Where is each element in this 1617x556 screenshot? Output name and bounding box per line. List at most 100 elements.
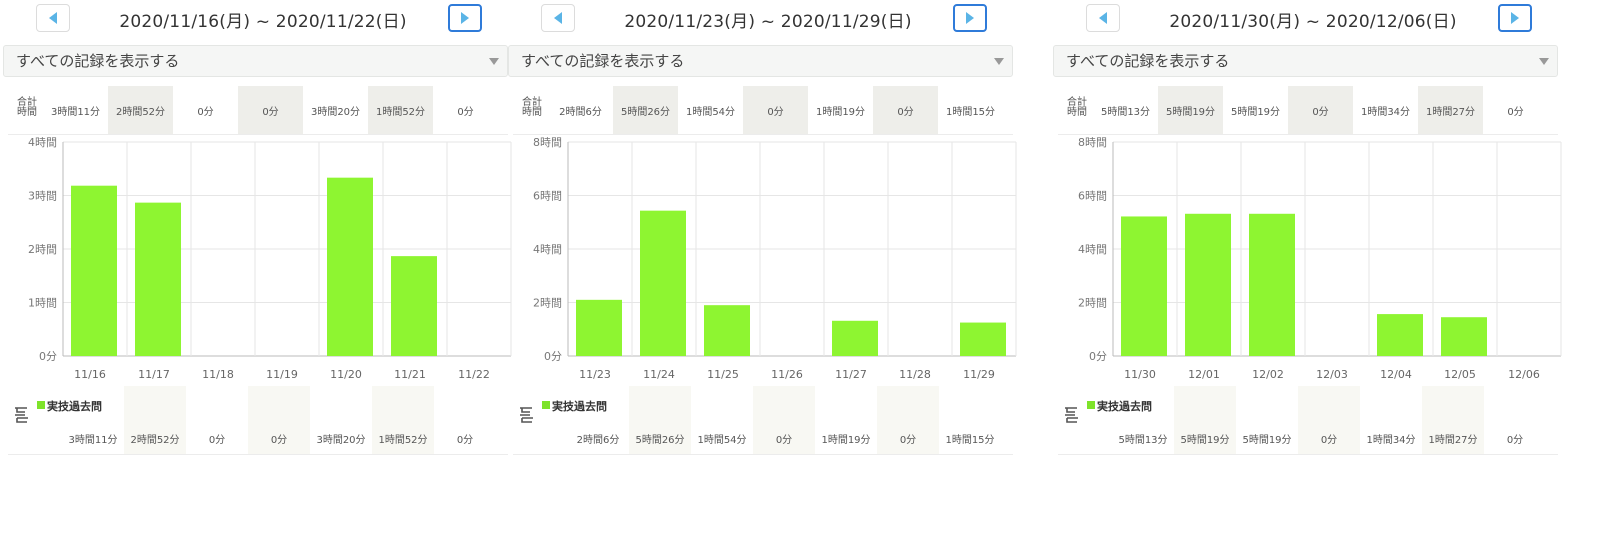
practice-record-icon <box>1065 407 1078 423</box>
daily-total-cell: 1時間19分 <box>815 106 866 118</box>
next-week-button[interactable] <box>953 4 987 32</box>
breakdown-value: 5時間19分 <box>1242 435 1292 446</box>
x-tick-label: 11/17 <box>138 368 170 381</box>
triangle-right-icon <box>966 12 974 24</box>
x-tick-label: 11/19 <box>266 368 298 381</box>
daily-totals-row: 合計時間 3時間11分 2時間52分 0分 0分 3時間20分 1時間52分 0分 <box>8 86 508 135</box>
breakdown-value: 2時間6分 <box>576 435 620 446</box>
daily-total-cell: 1時間15分 <box>945 106 996 118</box>
week-panel: 2020/11/30(月) ~ 2020/12/06(日) すべての記録を表示す… <box>1053 0 1563 470</box>
breakdown-cell: 0分 <box>1298 386 1360 454</box>
prev-week-button[interactable] <box>541 4 575 32</box>
breakdown-value: 0分 <box>775 435 793 446</box>
breakdown-value: 0分 <box>1320 435 1338 446</box>
record-filter-select[interactable]: すべての記録を表示する <box>508 45 1013 77</box>
breakdown-cell: 0分 <box>248 386 310 454</box>
breakdown-value: 1時間52分 <box>378 435 428 446</box>
record-filter-select[interactable]: すべての記録を表示する <box>3 45 508 77</box>
breakdown-cell: 0分 <box>753 386 815 454</box>
breakdown-value: 1時間54分 <box>697 435 747 446</box>
x-tick-label: 11/29 <box>963 368 995 381</box>
prev-week-button[interactable] <box>36 4 70 32</box>
daily-total-cell: 0分 <box>457 106 474 118</box>
breakdown-value: 2時間52分 <box>130 435 180 446</box>
legend-swatch <box>1087 401 1095 409</box>
week-range-title: 2020/11/23(月) ~ 2020/11/29(日) <box>624 12 912 32</box>
breakdown-cell: 1時間52分 <box>372 386 434 454</box>
caret-down-icon <box>489 58 499 65</box>
daily-total-cell: 1時間54分 <box>685 106 736 118</box>
next-week-button[interactable] <box>448 4 482 32</box>
daily-total-cell: 3時間20分 <box>310 106 361 118</box>
y-tick-label: 8時間 <box>533 136 562 149</box>
total-time-label: 合計時間 <box>522 97 542 118</box>
daily-total-cell: 0分 <box>197 106 214 118</box>
breakdown-cell: 1時間19分 <box>815 386 877 454</box>
x-tick-label: 12/02 <box>1252 368 1284 381</box>
x-tick-label: 12/05 <box>1444 368 1476 381</box>
breakdown-value: 1時間27分 <box>1428 435 1478 446</box>
daily-total-cell: 0分 <box>1288 86 1353 134</box>
total-time-label: 合計時間 <box>1067 97 1087 118</box>
y-tick-label: 4時間 <box>1078 243 1107 256</box>
legend-swatch <box>37 401 45 409</box>
x-tick-label: 11/20 <box>330 368 362 381</box>
x-tick-label: 11/30 <box>1124 368 1156 381</box>
breakdown-value: 1時間19分 <box>821 435 871 446</box>
breakdown-cell: 0分 <box>186 386 248 454</box>
breakdown-cell: 3時間11分 <box>62 386 124 454</box>
breakdown-cell: 0分 <box>1484 386 1546 454</box>
study-time-bar-chart: 0分 1時間 2時間 3時間 4時間 11/16 11/17 11/18 11/19 11/20 1… <box>28 136 512 381</box>
bar-11/30 <box>1121 216 1167 356</box>
daily-totals-row: 合計時間 2時間6分 5時間26分 1時間54分 0分 1時間19分 0分 1時間15分 <box>513 86 1013 135</box>
bar-11/27 <box>832 320 878 356</box>
x-tick-label: 11/28 <box>899 368 931 381</box>
bar-11/17 <box>135 202 181 356</box>
bar-12/01 <box>1185 213 1231 356</box>
y-tick-label: 2時間 <box>28 243 57 256</box>
breakdown-cell: 2時間6分 <box>567 386 629 454</box>
record-filter-select[interactable]: すべての記録を表示する <box>1053 45 1558 77</box>
total-time-label: 合計時間 <box>17 97 37 118</box>
breakdown-cell: 1時間15分 <box>939 386 1001 454</box>
y-tick-label: 0分 <box>39 350 57 363</box>
breakdown-value: 1時間34分 <box>1366 435 1416 446</box>
bar-11/29 <box>960 322 1006 356</box>
triangle-left-icon <box>49 12 57 24</box>
study-time-bar-chart: 0分 2時間 4時間 6時間 8時間 11/23 11/24 11/25 11/26 11/27 1… <box>533 136 1017 381</box>
category-breakdown-row: 実技過去問 2時間6分 5時間26分 1時間54分 0分 1時間19分 0分 1時間15分 <box>513 386 1013 455</box>
bar-12/05 <box>1441 317 1487 356</box>
week-range-title: 2020/11/30(月) ~ 2020/12/06(日) <box>1169 12 1457 32</box>
breakdown-cell: 2時間52分 <box>124 386 186 454</box>
breakdown-value: 3時間11分 <box>68 435 118 446</box>
bar-11/23 <box>576 299 622 356</box>
breakdown-value: 0分 <box>899 435 917 446</box>
x-tick-label: 11/24 <box>643 368 675 381</box>
practice-record-icon <box>520 407 533 423</box>
daily-total-cell: 0分 <box>743 86 808 134</box>
daily-total-cell: 0分 <box>873 86 938 134</box>
daily-total-cell: 5時間19分 <box>1230 106 1281 118</box>
breakdown-value: 5時間26分 <box>635 435 685 446</box>
legend-swatch <box>542 401 550 409</box>
breakdown-value: 1時間15分 <box>945 435 995 446</box>
next-week-button[interactable] <box>1498 4 1532 32</box>
daily-total-cell: 1時間52分 <box>368 86 433 134</box>
daily-total-cell: 5時間19分 <box>1158 86 1223 134</box>
study-time-bar-chart: 0分 2時間 4時間 6時間 8時間 11/30 12/01 12/02 12/03 12/04 1… <box>1078 136 1562 381</box>
breakdown-value: 0分 <box>270 435 288 446</box>
breakdown-value: 3時間20分 <box>316 435 366 446</box>
week-panel: 2020/11/23(月) ~ 2020/11/29(日) すべての記録を表示す… <box>508 0 1018 470</box>
bar-12/04 <box>1377 314 1423 356</box>
daily-total-cell: 1時間27分 <box>1418 86 1483 134</box>
x-tick-label: 11/22 <box>458 368 490 381</box>
breakdown-cell: 0分 <box>434 386 496 454</box>
bar-12/02 <box>1249 213 1295 356</box>
daily-total-cell: 0分 <box>238 86 303 134</box>
prev-week-button[interactable] <box>1086 4 1120 32</box>
breakdown-value: 0分 <box>1506 435 1524 446</box>
daily-total-cell: 0分 <box>1507 106 1524 118</box>
x-tick-label: 11/21 <box>394 368 426 381</box>
breakdown-cell: 1時間54分 <box>691 386 753 454</box>
breakdown-cell: 1時間27分 <box>1422 386 1484 454</box>
